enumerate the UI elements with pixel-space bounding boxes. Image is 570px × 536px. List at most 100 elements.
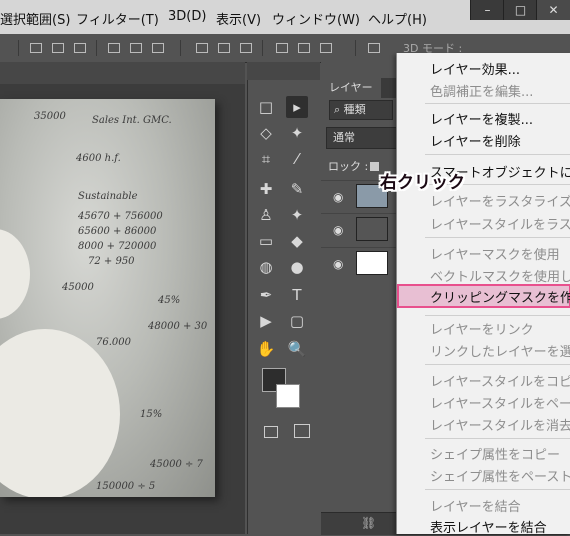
magic-wand-tool-icon[interactable]: ✦ <box>286 122 308 144</box>
crop-tool-icon[interactable]: ⌗ <box>255 148 277 170</box>
eraser-tool-icon[interactable]: ▭ <box>255 230 277 252</box>
menu-help[interactable]: ヘルプ(H) <box>368 9 427 28</box>
align-left-icon[interactable] <box>108 43 120 53</box>
menu-item-copy-style[interactable]: レイヤースタイルをコピー <box>430 371 570 390</box>
canvas-text: 65600 + 86000 <box>78 226 157 237</box>
lock-transparency-icon[interactable] <box>370 162 379 171</box>
clone-stamp-tool-icon[interactable]: ♙ <box>255 204 277 226</box>
layer-thumbnail <box>356 217 388 241</box>
auto-align-icon[interactable] <box>368 43 380 53</box>
lock-label: ロック : <box>328 160 369 173</box>
canvas-text: 45670 + 756000 <box>78 211 163 222</box>
document-tab-strip <box>0 62 245 84</box>
menu-item-disable-vector-mask[interactable]: ベクトルマスクを使用しな <box>430 266 570 285</box>
background-color-swatch[interactable] <box>276 384 300 408</box>
canvas-text: 35000 <box>34 111 66 122</box>
menu-item-create-clipping-mask[interactable]: クリッピングマスクを作成 <box>430 287 570 306</box>
menu-bar: 選択範囲(S) フィルター(T) 3D(D) 表示(V) ウィンドウ(W) ヘル… <box>0 0 570 34</box>
blend-mode-select[interactable]: 通常 <box>326 127 398 149</box>
canvas-text: 45000 ÷ 7 <box>150 459 203 470</box>
zoom-tool-icon[interactable]: 🔍 <box>286 338 308 360</box>
canvas-text: 72 + 950 <box>88 256 135 267</box>
type-tool-icon[interactable]: T <box>286 284 308 306</box>
divider <box>262 40 263 56</box>
menu-3d[interactable]: 3D(D) <box>168 9 206 24</box>
hand-tool-icon[interactable]: ✋ <box>255 338 277 360</box>
menu-item-paste-style[interactable]: レイヤースタイルをペース <box>430 393 570 412</box>
canvas-text: 150000 ÷ 5 <box>96 481 156 492</box>
person-shape <box>0 229 30 319</box>
maximize-button[interactable]: □ <box>503 0 537 20</box>
menu-item-clear-style[interactable]: レイヤースタイルを消去 <box>430 415 570 434</box>
close-button[interactable]: ✕ <box>536 0 570 20</box>
path-selection-tool-icon[interactable]: ▶ <box>255 310 277 332</box>
menu-item-layer-effects[interactable]: レイヤー効果... <box>430 59 520 78</box>
layer-filter-select[interactable]: ⌕ 種類 <box>329 100 393 120</box>
distribute-right-icon[interactable] <box>320 43 332 53</box>
menu-item-enable-layer-mask[interactable]: レイヤーマスクを使用 <box>430 244 560 263</box>
visibility-eye-icon[interactable]: ◉ <box>333 223 343 237</box>
align-vcenter-icon[interactable] <box>52 43 64 53</box>
divider <box>180 40 181 56</box>
menu-view[interactable]: 表示(V) <box>216 9 261 28</box>
blur-tool-icon[interactable]: ◍ <box>255 256 277 278</box>
lasso-tool-icon[interactable]: ◇ <box>255 122 277 144</box>
canvas-text: 45000 <box>62 282 94 293</box>
distribute-bottom-icon[interactable] <box>240 43 252 53</box>
menu-item-merge-layers[interactable]: レイヤーを結合 <box>430 496 521 515</box>
menu-separator <box>425 489 570 490</box>
menu-item-merge-visible[interactable]: 表示レイヤーを結合 <box>430 517 547 536</box>
healing-brush-tool-icon[interactable]: ✚ <box>255 178 277 200</box>
quick-mask-icon[interactable] <box>264 426 278 438</box>
person-shape <box>0 329 120 497</box>
visibility-eye-icon[interactable]: ◉ <box>333 257 343 271</box>
canvas-text: 45% <box>158 295 181 306</box>
menu-item-copy-shape-attributes[interactable]: シェイプ属性をコピー <box>430 444 560 463</box>
distribute-hcenter-icon[interactable] <box>298 43 310 53</box>
align-hcenter-icon[interactable] <box>130 43 142 53</box>
link-icon[interactable]: ⛓ <box>361 516 376 530</box>
minimize-button[interactable]: – <box>470 0 504 20</box>
align-top-icon[interactable] <box>30 43 42 53</box>
menu-item-duplicate-layer[interactable]: レイヤーを複製... <box>430 109 533 128</box>
menu-item-select-linked[interactable]: リンクしたレイヤーを選択 <box>430 341 570 360</box>
distribute-vcenter-icon[interactable] <box>218 43 230 53</box>
visibility-eye-icon[interactable]: ◉ <box>333 190 343 204</box>
distribute-left-icon[interactable] <box>276 43 288 53</box>
screen-mode-icon[interactable] <box>294 424 310 438</box>
menu-window[interactable]: ウィンドウ(W) <box>272 9 360 28</box>
menu-item-link-layers[interactable]: レイヤーをリンク <box>430 319 534 338</box>
menu-item-paste-shape-attributes[interactable]: シェイプ属性をペースト <box>430 466 570 485</box>
tools-header <box>247 62 320 80</box>
tab-layers[interactable]: レイヤー <box>321 78 381 98</box>
menu-item-rasterize-style[interactable]: レイヤースタイルをラスタ <box>430 214 570 233</box>
canvas-image[interactable]: 35000 Sales Int. GMC. 4600 h.f. Sustaina… <box>0 99 215 497</box>
history-brush-tool-icon[interactable]: ✦ <box>286 204 308 226</box>
canvas-text: 4600 h.f. <box>76 153 121 164</box>
layer-filter-label: 種類 <box>343 103 366 116</box>
menu-separator <box>425 364 570 365</box>
divider <box>96 40 97 56</box>
dodge-tool-icon[interactable]: ● <box>286 256 308 278</box>
move-tool-icon[interactable]: ▸ <box>286 96 308 118</box>
menu-item-rasterize-layer[interactable]: レイヤーをラスタライズ <box>430 191 570 210</box>
rectangle-tool-icon[interactable]: ▢ <box>286 310 308 332</box>
context-menu: レイヤー効果... 色調補正を編集... レイヤーを複製... レイヤーを削除 … <box>396 53 570 536</box>
eyedropper-tool-icon[interactable]: ⁄ <box>286 148 308 170</box>
divider <box>355 40 356 56</box>
paint-bucket-tool-icon[interactable]: ◆ <box>286 230 308 252</box>
canvas-text: Sales Int. GMC. <box>92 115 172 126</box>
align-bottom-icon[interactable] <box>74 43 86 53</box>
distribute-top-icon[interactable] <box>196 43 208 53</box>
menu-item-edit-adjustment[interactable]: 色調補正を編集... <box>430 81 533 100</box>
brush-tool-icon[interactable]: ✎ <box>286 178 308 200</box>
pen-tool-icon[interactable]: ✒ <box>255 284 277 306</box>
menu-select[interactable]: 選択範囲(S) <box>0 9 70 28</box>
menu-item-delete-layer[interactable]: レイヤーを削除 <box>430 131 521 150</box>
canvas-text: 76.000 <box>96 337 131 348</box>
marquee-tool-icon[interactable]: □ <box>255 96 277 118</box>
canvas-text: 48000 + 30 <box>148 321 208 332</box>
align-right-icon[interactable] <box>152 43 164 53</box>
menu-filter[interactable]: フィルター(T) <box>76 9 159 28</box>
divider <box>18 40 19 56</box>
